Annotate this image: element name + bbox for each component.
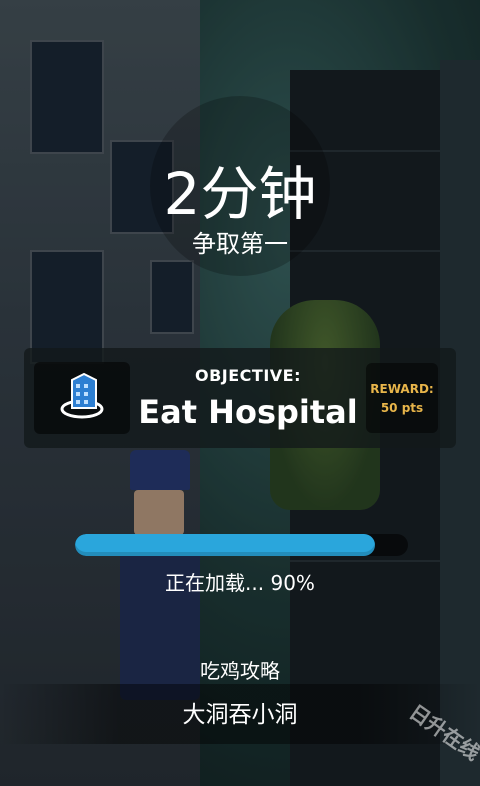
objective-icon-box [34, 362, 130, 434]
objective-label: OBJECTIVE: [195, 366, 301, 385]
loading-progress-bar [75, 534, 408, 556]
loading-progress-fill [75, 534, 375, 556]
timer-value: 2分钟 [163, 160, 317, 228]
reward-box [366, 363, 438, 433]
reward-value: 50 pts [380, 401, 424, 415]
objective-title: Eat Hospital [138, 393, 358, 431]
tip-title: 吃鸡攻略 [200, 659, 280, 683]
reward-label: REWARD: [370, 382, 434, 396]
timer-subtitle: 争取第一 [192, 230, 288, 258]
loading-text: 正在加载... 90% [165, 571, 315, 595]
hospital-building-icon [60, 372, 104, 419]
